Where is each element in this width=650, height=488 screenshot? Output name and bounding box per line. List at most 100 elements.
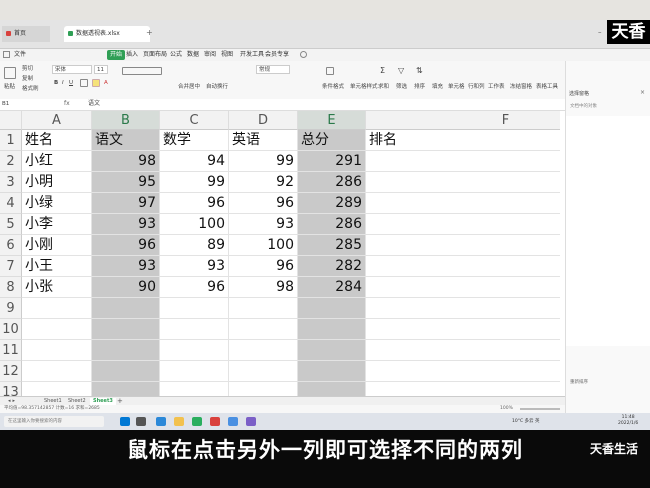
menu-view[interactable]: 视图 xyxy=(221,50,233,60)
taskbar-search-input[interactable]: 在这里输入你要搜索的内容 xyxy=(4,416,104,427)
row-header-13[interactable]: 13 xyxy=(0,382,22,396)
score-cell[interactable]: 90 xyxy=(92,277,160,298)
score-cell[interactable]: 97 xyxy=(92,193,160,214)
score-cell[interactable]: 92 xyxy=(229,172,298,193)
score-cell[interactable]: 289 xyxy=(298,193,366,214)
font-size-select[interactable]: 11 xyxy=(94,65,108,74)
wechat-icon[interactable] xyxy=(192,417,202,426)
copy-button[interactable]: 复制 xyxy=(22,75,33,83)
column-header-e[interactable]: E xyxy=(298,111,366,130)
paste-icon[interactable] xyxy=(4,67,16,79)
score-cell[interactable]: 286 xyxy=(298,214,366,235)
fx-icon[interactable]: fx xyxy=(64,100,70,108)
cut-button[interactable]: 剪切 xyxy=(22,65,33,73)
row-header-4[interactable]: 4 xyxy=(0,193,22,214)
clock[interactable]: 11:48 2022/1/6 xyxy=(618,415,638,427)
row-header-7[interactable]: 7 xyxy=(0,256,22,277)
freeze-button[interactable]: 冻结窗格 xyxy=(510,83,532,91)
score-cell[interactable]: 100 xyxy=(229,235,298,256)
name-cell[interactable]: 小张 xyxy=(22,277,92,298)
app-icon-2[interactable] xyxy=(246,417,256,426)
score-cell[interactable]: 93 xyxy=(92,214,160,235)
sort-button[interactable]: 排序 xyxy=(414,83,425,91)
cell-style-button[interactable]: 单元格样式 xyxy=(350,83,378,91)
name-cell[interactable]: 小李 xyxy=(22,214,92,235)
spreadsheet-grid[interactable]: ABCDEF123456789101112131415姓名语文数学英语总分排名小… xyxy=(0,111,560,396)
name-cell[interactable]: 小明 xyxy=(22,172,92,193)
name-cell[interactable]: 小绿 xyxy=(22,193,92,214)
paste-button[interactable]: 粘贴 xyxy=(4,83,15,91)
close-pane-icon[interactable]: × xyxy=(640,89,645,96)
app-icon[interactable] xyxy=(228,417,238,426)
zoom-slider[interactable] xyxy=(520,408,560,410)
menu-dev[interactable]: 开发工具 xyxy=(240,50,264,60)
table-tools-button[interactable]: 表格工具 xyxy=(536,83,558,91)
menu-insert[interactable]: 插入 xyxy=(126,50,138,60)
sum-button[interactable]: 求和 xyxy=(378,83,389,91)
score-cell[interactable]: 96 xyxy=(92,235,160,256)
sheet-nav-arrows[interactable]: ◂▸ xyxy=(8,398,17,405)
cell-button[interactable]: 单元格 xyxy=(448,83,465,91)
row-header-11[interactable]: 11 xyxy=(0,340,22,361)
menu-review[interactable]: 审阅 xyxy=(204,50,216,60)
score-cell[interactable]: 100 xyxy=(160,214,229,235)
sheet-tab-3[interactable]: Sheet3 xyxy=(90,398,116,405)
score-cell[interactable]: 93 xyxy=(160,256,229,277)
sheet-tab-2[interactable]: Sheet2 xyxy=(68,398,86,405)
filter-icon[interactable]: ▽ xyxy=(398,67,404,75)
row-header-3[interactable]: 3 xyxy=(0,172,22,193)
score-cell[interactable]: 93 xyxy=(92,256,160,277)
windows-start-icon[interactable] xyxy=(120,417,130,426)
score-cell[interactable]: 96 xyxy=(160,193,229,214)
italic-icon[interactable]: I xyxy=(62,79,64,87)
score-cell[interactable]: 286 xyxy=(298,172,366,193)
name-cell[interactable]: 小王 xyxy=(22,256,92,277)
file-explorer-icon[interactable] xyxy=(174,417,184,426)
sheet-tab-1[interactable]: Sheet1 xyxy=(44,398,62,405)
score-cell[interactable]: 282 xyxy=(298,256,366,277)
score-cell[interactable]: 95 xyxy=(92,172,160,193)
task-view-icon[interactable] xyxy=(136,417,146,426)
filter-button[interactable]: 筛选 xyxy=(396,83,407,91)
row-header-8[interactable]: 8 xyxy=(0,277,22,298)
system-tray[interactable]: 10°C 多云 英 xyxy=(512,417,540,426)
zoom-level[interactable]: 100% xyxy=(500,405,513,413)
row-header-12[interactable]: 12 xyxy=(0,361,22,382)
fill-button[interactable]: 填充 xyxy=(432,83,443,91)
score-cell[interactable]: 99 xyxy=(229,151,298,172)
score-cell[interactable]: 291 xyxy=(298,151,366,172)
tab-home[interactable]: 首页 xyxy=(2,26,50,42)
score-cell[interactable]: 284 xyxy=(298,277,366,298)
score-cell[interactable]: 98 xyxy=(92,151,160,172)
wps-icon[interactable] xyxy=(210,417,220,426)
menu-start[interactable]: 开始 xyxy=(107,50,126,60)
merge-center-button[interactable]: 合并居中 xyxy=(178,83,200,91)
row-header-1[interactable]: 1 xyxy=(0,130,22,151)
row-header-6[interactable]: 6 xyxy=(0,235,22,256)
row-header-5[interactable]: 5 xyxy=(0,214,22,235)
name-cell[interactable]: 小红 xyxy=(22,151,92,172)
new-tab-icon[interactable]: + xyxy=(146,28,153,37)
format-painter-button[interactable]: 格式刷 xyxy=(22,85,39,93)
tab-file[interactable]: 数据透视表.xlsx xyxy=(64,26,150,42)
cond-format-icon[interactable] xyxy=(326,67,334,75)
selection-pane-list[interactable] xyxy=(566,116,650,346)
font-color-icon[interactable]: A xyxy=(104,79,108,87)
border-icon[interactable] xyxy=(80,79,88,87)
column-header-a[interactable]: A xyxy=(22,111,92,130)
header-cell[interactable]: 总分 xyxy=(298,130,366,151)
score-cell[interactable]: 98 xyxy=(229,277,298,298)
name-cell[interactable]: 小刚 xyxy=(22,235,92,256)
score-cell[interactable]: 96 xyxy=(160,277,229,298)
column-header-b[interactable]: B xyxy=(92,111,160,130)
align-icons[interactable] xyxy=(122,67,162,75)
column-header-c[interactable]: C xyxy=(160,111,229,130)
header-cell[interactable]: 排名 xyxy=(366,130,560,151)
worksheet-button[interactable]: 工作表 xyxy=(488,83,505,91)
score-cell[interactable]: 89 xyxy=(160,235,229,256)
search-icon[interactable] xyxy=(300,51,307,58)
bold-icon[interactable]: B xyxy=(54,79,58,87)
name-box[interactable]: B1 xyxy=(2,100,42,108)
header-cell[interactable]: 数学 xyxy=(160,130,229,151)
row-col-button[interactable]: 行和列 xyxy=(468,83,485,91)
